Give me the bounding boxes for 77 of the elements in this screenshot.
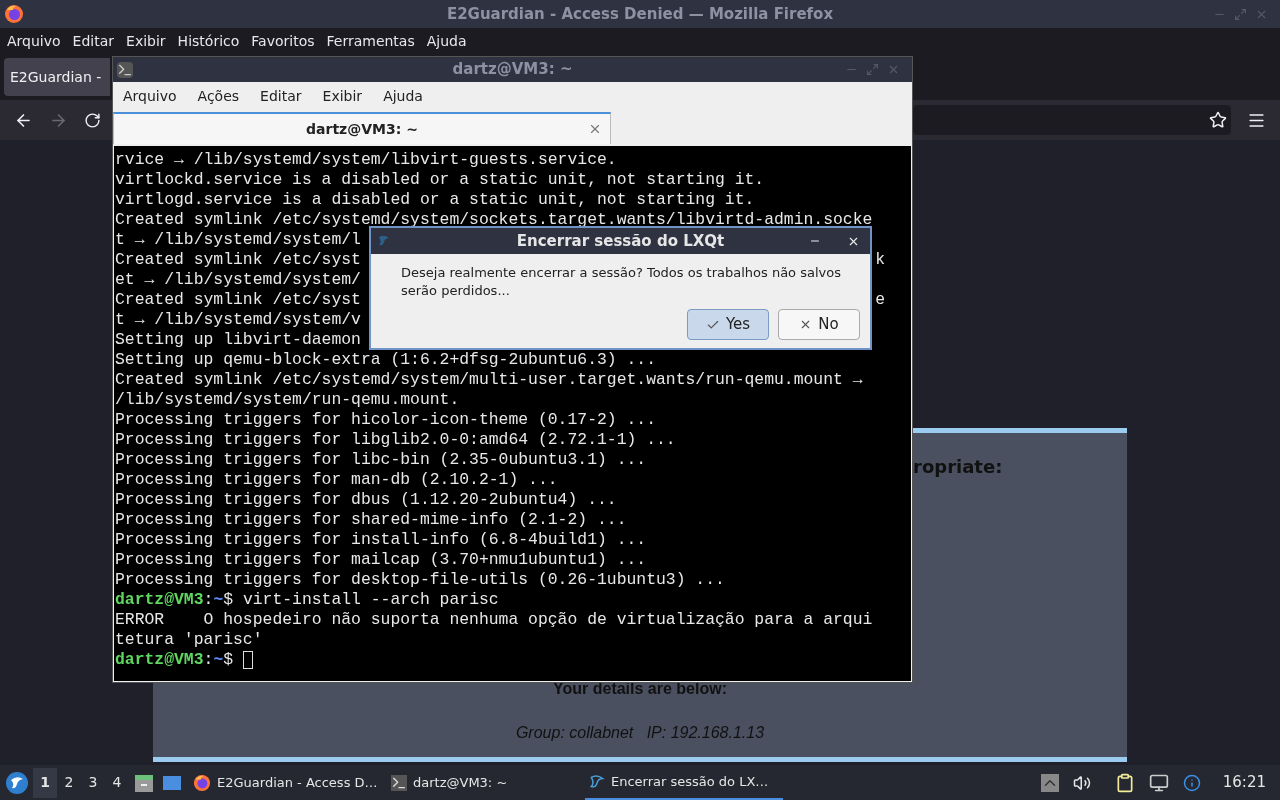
terminal-line: Created symlink /etc/syst bbox=[115, 250, 361, 270]
details-text: Group: collabnet IP: 192.168.1.13 bbox=[515, 723, 765, 743]
terminal-line: Created symlink /etc/systemd/system/sockets.target.wants/libvirtd-admin.socke bbox=[115, 210, 873, 230]
task-button[interactable]: dartz@VM3: ~ bbox=[387, 765, 585, 800]
terminal-line: Processing triggers for libc-bin (2.35-0ubuntu3.1) ... bbox=[115, 450, 647, 470]
menu-item[interactable]: Exibir bbox=[322, 85, 363, 107]
yes-button[interactable]: Yes bbox=[687, 309, 769, 340]
terminal-line: ERROR O hospedeiro não suporta nenhuma opção de virtualização para a arqui bbox=[115, 610, 873, 630]
no-button[interactable]: No bbox=[778, 309, 860, 340]
terminal-line: Processing triggers for install-info (6.8-4build1) ... bbox=[115, 530, 647, 550]
prompt-user: dartz@VM3 bbox=[115, 650, 204, 670]
terminal-line: Created symlink /etc/systemd/system/multi-user.target.wants/run-qemu.mount → bbox=[115, 370, 863, 390]
desktop-switch[interactable]: 1 bbox=[33, 767, 57, 798]
menu-item[interactable]: Favoritos bbox=[251, 30, 315, 52]
dialog-title: Encerrar sessão do LXQt bbox=[515, 230, 726, 252]
prompt-user: dartz@VM3 bbox=[115, 590, 204, 610]
prompt-separator: : bbox=[203, 590, 214, 610]
desktop-switch[interactable]: 4 bbox=[105, 767, 129, 798]
reload-icon[interactable] bbox=[84, 111, 101, 129]
menu-item[interactable]: Arquivo bbox=[123, 85, 177, 107]
terminal-line: Processing triggers for libglib2.0-0:amd64 (2.72.1-1) ... bbox=[115, 430, 676, 450]
terminal-line: Processing triggers for desktop-file-utils (0.26-1ubuntu3) ... bbox=[115, 570, 725, 590]
prompt-symbol: $ bbox=[223, 650, 234, 670]
prompt-symbol: $ bbox=[223, 590, 234, 610]
tray-expand-icon[interactable] bbox=[1040, 773, 1059, 792]
task-button[interactable]: E2Guardian - Access D… bbox=[189, 765, 387, 800]
notification-icon[interactable] bbox=[1182, 773, 1201, 792]
command-text: virt-install --arch parisc bbox=[241, 590, 499, 610]
desktop-switch[interactable]: 3 bbox=[81, 767, 105, 798]
menu-item[interactable]: Ajuda bbox=[426, 30, 467, 52]
terminal-line: et → /lib/systemd/system/ bbox=[115, 270, 361, 290]
card-heading: ropriate: bbox=[913, 456, 1003, 477]
bookmark-star-icon[interactable] bbox=[1209, 111, 1227, 129]
task-button[interactable]: Encerrar sessão do LX… bbox=[585, 765, 783, 800]
terminal-line: Created symlink /etc/syst bbox=[115, 290, 361, 310]
terminal-line: k bbox=[875, 250, 885, 270]
terminal-line: /lib/systemd/system/run-qemu.mount. bbox=[115, 390, 460, 410]
desktop-switch[interactable]: 2 bbox=[57, 767, 81, 798]
terminal-line: t → /lib/systemd/system/v bbox=[115, 310, 361, 330]
terminal-icon bbox=[391, 774, 407, 791]
start-menu-icon[interactable] bbox=[5, 770, 29, 795]
terminal-line: Setting up qemu-block-extra (1:6.2+dfsg-2ubuntu6.3) ... bbox=[115, 350, 656, 370]
terminal-line: virtlogd.service is a disabled or a static unit, not starting it. bbox=[115, 190, 755, 210]
terminal-line: Processing triggers for mailcap (3.70+nmu1ubuntu1) ... bbox=[115, 550, 647, 570]
prompt-path: ~ bbox=[213, 650, 224, 670]
details-title: Your details are below: bbox=[553, 679, 727, 699]
terminal-line: Processing triggers for hicolor-icon-theme (0.17-2) ... bbox=[115, 410, 656, 430]
menu-item[interactable]: Ferramentas bbox=[326, 30, 415, 52]
terminal-line: t → /lib/systemd/system/l bbox=[115, 230, 361, 250]
terminal-line: Processing triggers for dbus (1.12.20-2ubuntu4) ... bbox=[115, 490, 617, 510]
terminal-line: Processing triggers for man-db (2.10.2-1) ... bbox=[115, 470, 558, 490]
terminal-icon bbox=[117, 61, 133, 78]
terminal-line: virtlockd.service is a disabled or a static unit, not starting it. bbox=[115, 170, 765, 190]
menu-item[interactable]: Exibir bbox=[126, 30, 166, 52]
menu-item[interactable]: Editar bbox=[72, 30, 115, 52]
menu-item[interactable]: Editar bbox=[260, 85, 302, 107]
prompt-path: ~ bbox=[213, 590, 224, 610]
terminal-line: rvice → /lib/systemd/system/libvirt-guests.service. bbox=[115, 150, 617, 170]
browser-tab[interactable]: E2Guardian - bbox=[4, 58, 110, 96]
terminal-line: Setting up libvirt-daemon bbox=[115, 330, 361, 350]
terminal-tab[interactable]: dartz@VM3: ~ bbox=[113, 112, 611, 144]
terminal-line: e bbox=[875, 290, 885, 310]
dialog-message: Deseja realmente encerrar a sessão? Todos os trabalhos não salvos serão perdidos... bbox=[400, 264, 842, 300]
terminal-line: tetura 'parisc' bbox=[115, 630, 263, 650]
terminal-line: Processing triggers for shared-mime-info (2.1-2) ... bbox=[115, 510, 627, 530]
firefox-logo-icon bbox=[193, 773, 211, 792]
window-title: dartz@VM3: ~ bbox=[451, 59, 574, 81]
prompt-separator: : bbox=[203, 650, 214, 670]
menu-item[interactable]: Arquivo bbox=[7, 30, 61, 52]
close-tab-icon[interactable] bbox=[588, 122, 602, 136]
firefox-logo-icon bbox=[4, 4, 24, 24]
clock[interactable]: 16:21 bbox=[1222, 771, 1266, 794]
window-title: E2Guardian - Access Denied — Mozilla Firefox bbox=[445, 3, 835, 25]
menu-item[interactable]: Histórico bbox=[177, 30, 240, 52]
volume-icon[interactable] bbox=[1072, 773, 1091, 792]
menu-item[interactable]: Ajuda bbox=[383, 85, 423, 107]
menu-item[interactable]: Ações bbox=[197, 85, 240, 107]
